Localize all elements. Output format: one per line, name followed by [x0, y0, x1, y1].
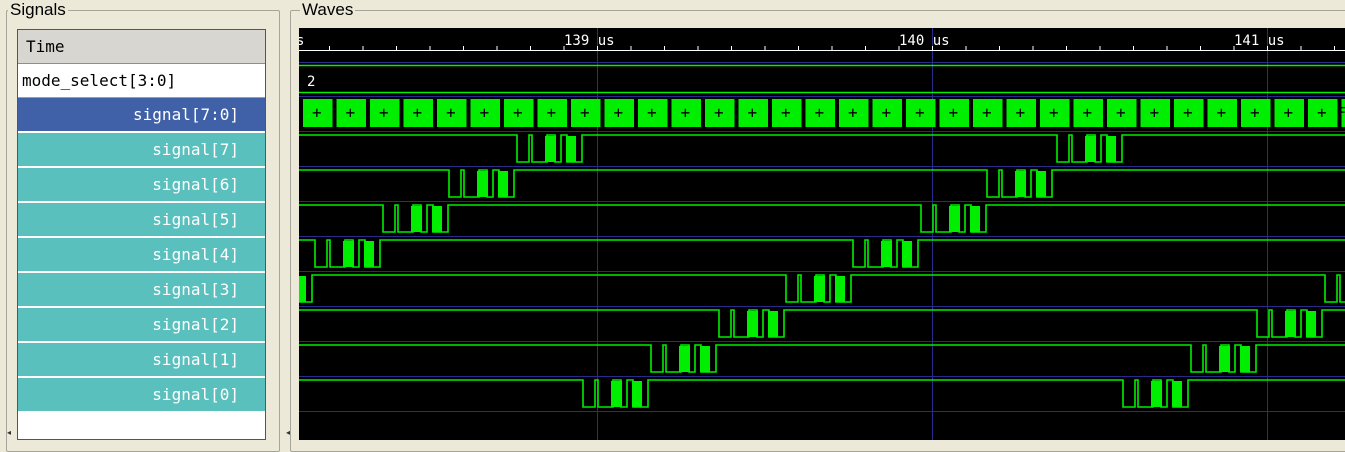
time-tick-label: 140 us [899, 33, 950, 49]
wave-viewer[interactable]: 139 us 140 us 141 us s 2 + + + + + + + + + + + + + + + + + + + +… [299, 28, 1345, 440]
signal-0-wave [299, 380, 1345, 407]
bus-segment-label: + [714, 103, 724, 122]
signal-5-wave [299, 205, 1345, 232]
signal-row-signal-2[interactable]: signal[2] [18, 308, 265, 342]
bit-pulse [299, 276, 306, 302]
bus-segment-label: + [647, 103, 657, 122]
bus-segment-label: + [614, 103, 624, 122]
bus-segment-label: + [1250, 103, 1260, 122]
bus-segment-label: + [1183, 103, 1193, 122]
bus-segment-label: + [681, 103, 691, 122]
bus-segment-label: + [1083, 103, 1093, 122]
signal-row-label: signal[6] [18, 168, 239, 201]
bus-segment-label: + [781, 103, 791, 122]
signal-1-wave [299, 345, 1345, 372]
time-tick-label: 141 us [1234, 33, 1285, 49]
bus-segment-label: + [312, 103, 322, 122]
bus-segment-label: + [848, 103, 858, 122]
bus-segment-label: + [949, 103, 959, 122]
signal-row-label: mode_select[3:0] [22, 64, 265, 97]
signal-7-wave [299, 135, 1345, 162]
mode-select-value: 2 [307, 74, 315, 90]
signal-row-label: signal[7:0] [18, 98, 239, 131]
bus-segment-label: + [446, 103, 456, 122]
bus-segment-label: + [1116, 103, 1126, 122]
bus-segment-label: + [1317, 103, 1327, 122]
bus-segment-label: + [1150, 103, 1160, 122]
bus-segment-label: + [413, 103, 423, 122]
signals-group-title: Signals [8, 1, 68, 19]
signal-row-label: signal[4] [18, 238, 239, 271]
bus-segment-label: + [547, 103, 557, 122]
signal-row-signal-0[interactable]: signal[0] [18, 378, 265, 412]
bus-segment-label: + [815, 103, 825, 122]
bus-segment-label: + [882, 103, 892, 122]
signal-row-label: signal[1] [18, 343, 239, 376]
signal-row-label: signal[5] [18, 203, 239, 236]
time-tick-label: 139 us [564, 33, 615, 49]
signal-row-label: signal[7] [18, 133, 239, 166]
signal-row-label: signal[3] [18, 273, 239, 306]
signals-list[interactable]: Time mode_select[3:0] signal[7:0] signal… [17, 29, 266, 440]
signal-row-signal-3[interactable]: signal[3] [18, 273, 265, 307]
bus-segment-label: + [580, 103, 590, 122]
signal-row-mode-select[interactable]: mode_select[3:0] [18, 64, 265, 98]
signal-row-label: Time [26, 30, 265, 63]
signal-row-label: signal[2] [18, 308, 239, 341]
bus-segment-label: + [748, 103, 758, 122]
bus-segment-label: + [1217, 103, 1227, 122]
bus-segment-label: + [379, 103, 389, 122]
bus-segment-label: + [346, 103, 356, 122]
waves-group-title: Waves [300, 1, 355, 19]
signal-row-signal-bus[interactable]: signal[7:0] [18, 98, 265, 132]
signal-4-wave [299, 240, 1345, 267]
bus-segment-label: + [480, 103, 490, 122]
bus-segment-label: + [982, 103, 992, 122]
signal-2-wave [299, 310, 1345, 337]
signal-row-signal-6[interactable]: signal[6] [18, 168, 265, 202]
time-tick-label: s [299, 33, 304, 49]
scroll-left-arrow-icon[interactable]: ◂ [7, 428, 11, 437]
waveform-canvas[interactable]: 139 us 140 us 141 us s 2 + + + + + + + + + + + + + + + + + + + +… [299, 28, 1345, 440]
signal-row-signal-4[interactable]: signal[4] [18, 238, 265, 272]
signal-row-signal-7[interactable]: signal[7] [18, 133, 265, 167]
bus-segment-label: + [915, 103, 925, 122]
bus-segment-label: + [1049, 103, 1059, 122]
signal-row-signal-1[interactable]: signal[1] [18, 343, 265, 377]
bus-segment-label: + [513, 103, 523, 122]
scroll-left-arrow-icon[interactable]: ◂ [286, 428, 290, 437]
signal-row-time[interactable]: Time [18, 30, 265, 64]
signal-row-signal-5[interactable]: signal[5] [18, 203, 265, 237]
signal-row-label: signal[0] [18, 378, 239, 411]
bus-segment-label: + [1016, 103, 1026, 122]
bus-cutoff-label: F [1337, 104, 1345, 122]
bus-segment-label: + [1284, 103, 1294, 122]
signal-6-wave [299, 170, 1345, 197]
